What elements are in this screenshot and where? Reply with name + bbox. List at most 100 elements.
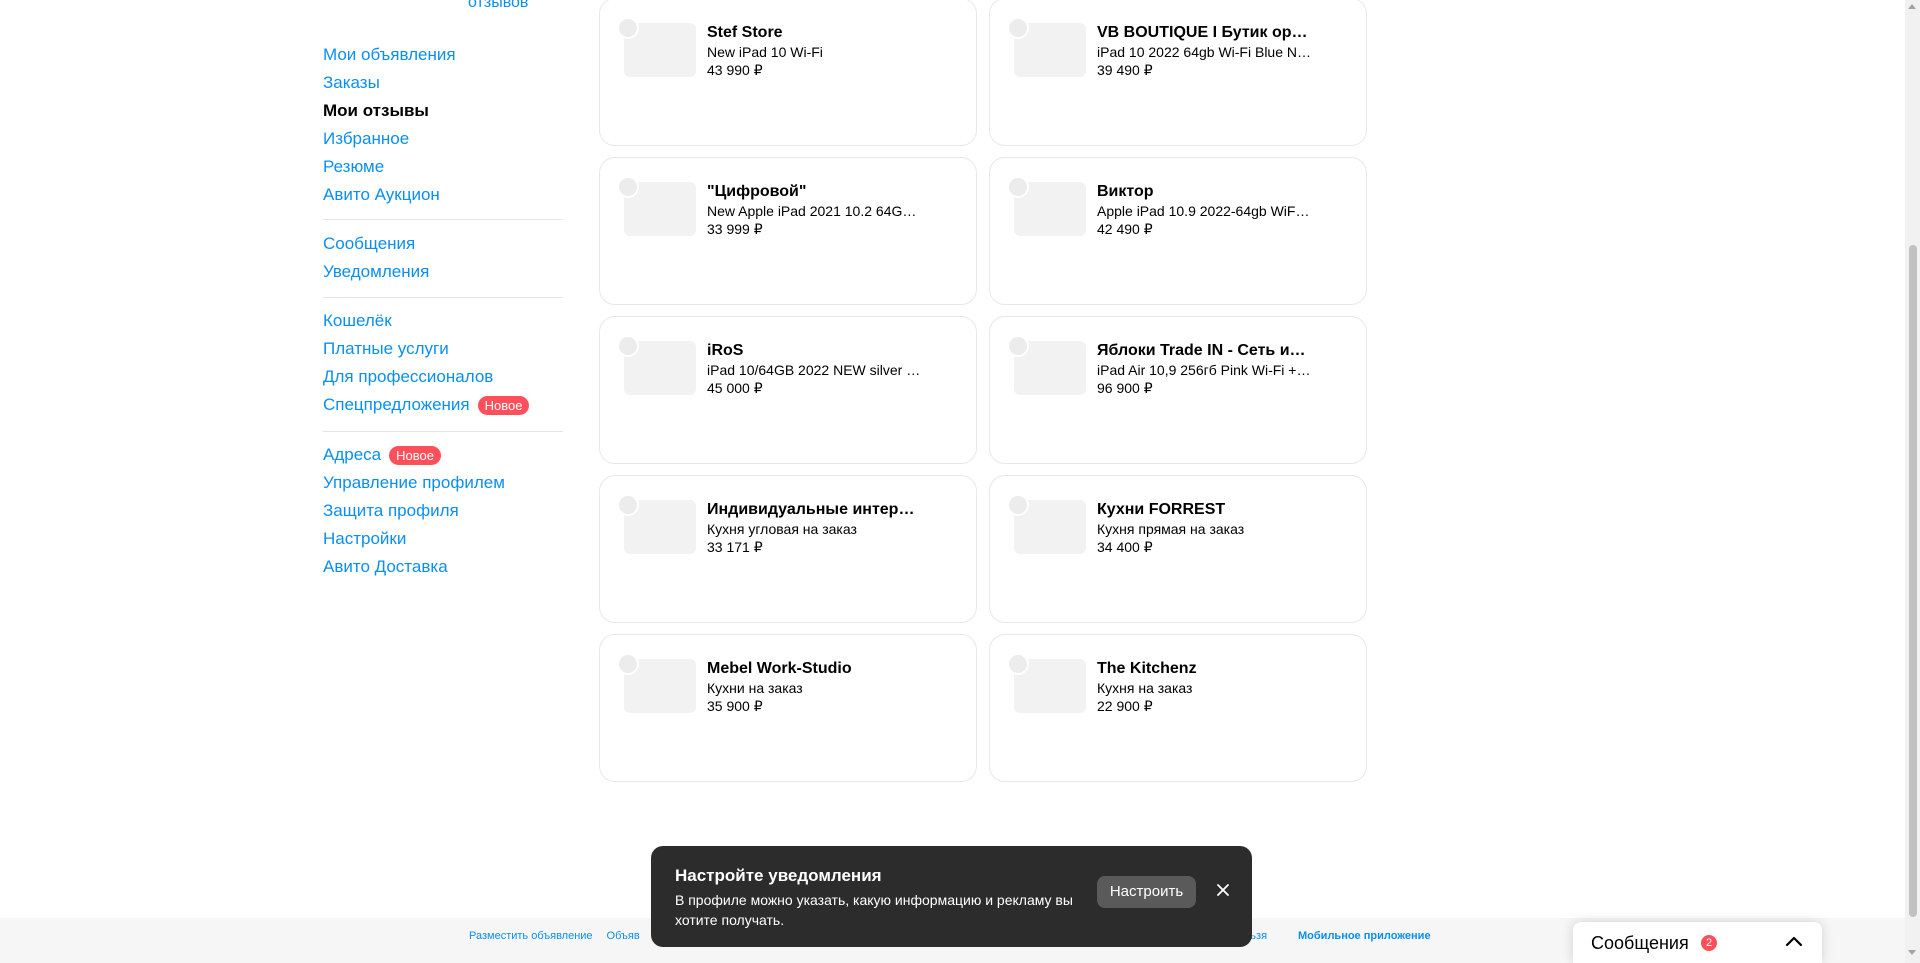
- seller-avatar: [1007, 176, 1029, 198]
- review-card[interactable]: Виктор Apple iPad 10.9 2022-64gb WiFi Bl…: [989, 157, 1367, 305]
- nav-group-profile: Адреса Новое Управление профилем Защита …: [323, 441, 563, 581]
- product-title: New Apple iPad 2021 10.2 64Gb Wi-Fi: [707, 203, 922, 219]
- review-card[interactable]: Яблоки Trade IN - Сеть из 6 магазинов iP…: [989, 316, 1367, 464]
- seller-avatar: [617, 335, 639, 357]
- seller-name: Виктор: [1097, 183, 1154, 200]
- review-card[interactable]: Кухни FORREST Кухня прямая на заказ 34 4…: [989, 475, 1367, 623]
- product-price: 34 400 ₽: [1097, 539, 1153, 555]
- review-card[interactable]: Mebel Work-Studio Кухни на заказ 35 900 …: [599, 634, 977, 782]
- seller-name: VB BOUTIQUE I Бутик оригинальной техники: [1097, 24, 1312, 41]
- messenger-widget[interactable]: Сообщения 2: [1573, 922, 1822, 963]
- product-title: Кухни на заказ: [707, 680, 803, 696]
- sidebar-item-orders[interactable]: Заказы: [323, 69, 563, 97]
- footer-link-post-ad[interactable]: Разместить объявление: [469, 930, 593, 942]
- sidebar-item-favorites[interactable]: Избранное: [323, 125, 563, 153]
- new-badge: Новое: [477, 395, 530, 415]
- seller-name: iRoS: [707, 342, 744, 359]
- seller-name: Индивидуальные интерьеры: [707, 501, 922, 518]
- new-badge: Новое: [389, 445, 441, 465]
- product-title: Кухня на заказ: [1097, 680, 1193, 696]
- sidebar-item-resume[interactable]: Резюме: [323, 153, 563, 181]
- seller-name: Mebel Work-Studio: [707, 660, 852, 677]
- card-info: VB BOUTIQUE I Бутик оригинальной техники…: [1097, 23, 1312, 79]
- product-price: 43 990 ₽: [707, 62, 763, 78]
- nav-divider: [323, 219, 563, 220]
- seller-avatar: [1007, 17, 1029, 39]
- product-title: iPad 10/64GB 2022 NEW silver Wi-Fi: [707, 362, 922, 378]
- scroll-thumb[interactable]: [1909, 245, 1917, 917]
- sidebar-item-auction[interactable]: Авито Аукцион: [323, 181, 563, 209]
- sidebar-item-addresses[interactable]: Адреса Новое: [323, 441, 563, 469]
- sidebar-item-settings[interactable]: Настройки: [323, 525, 563, 553]
- card-info: Виктор Apple iPad 10.9 2022-64gb WiFi Bl…: [1097, 182, 1312, 238]
- toast-body: В профиле можно указать, какую информаци…: [675, 892, 1073, 928]
- sidebar-item-wallet[interactable]: Кошелёк: [323, 307, 563, 335]
- reviews-count-link[interactable]: отзывов: [468, 0, 528, 12]
- nav-divider: [323, 297, 563, 298]
- sidebar-item-paid-services[interactable]: Платные услуги: [323, 335, 563, 363]
- review-card[interactable]: Stef Store New iPad 10 Wi-Fi 43 990 ₽: [599, 0, 977, 146]
- chevron-up-icon[interactable]: [1785, 934, 1803, 948]
- product-price: 42 490 ₽: [1097, 221, 1153, 237]
- review-card[interactable]: Индивидуальные интерьеры Кухня угловая н…: [599, 475, 977, 623]
- page-scrollbar[interactable]: [1905, 0, 1920, 963]
- card-info: The Kitchenz Кухня на заказ 22 900 ₽: [1097, 659, 1312, 715]
- seller-avatar: [1007, 335, 1029, 357]
- nav-group-messages: Сообщения Уведомления: [323, 230, 563, 286]
- product-title: Кухня прямая на заказ: [1097, 521, 1245, 537]
- seller-avatar: [617, 494, 639, 516]
- sidebar-item-messages[interactable]: Сообщения: [323, 230, 563, 258]
- card-info: Яблоки Trade IN - Сеть из 6 магазинов iP…: [1097, 341, 1312, 397]
- review-card[interactable]: "Цифровой" New Apple iPad 2021 10.2 64Gb…: [599, 157, 977, 305]
- sidebar-item-profile-management[interactable]: Управление профилем: [323, 469, 563, 497]
- seller-name: "Цифровой": [707, 183, 807, 200]
- product-title: Кухня угловая на заказ: [707, 521, 857, 537]
- seller-avatar: [617, 176, 639, 198]
- scroll-up-icon[interactable]: [1908, 4, 1916, 9]
- sidebar-item-delivery[interactable]: Авито Доставка: [323, 553, 563, 581]
- footer-link-ads[interactable]: Объяв: [607, 930, 640, 942]
- footer-links: Разместить объявление Объяв: [469, 930, 640, 942]
- card-info: Кухни FORREST Кухня прямая на заказ 34 4…: [1097, 500, 1312, 556]
- configure-button[interactable]: Настроить: [1097, 876, 1196, 908]
- product-title: iPad 10 2022 64gb Wi-Fi Blue NEW: [1097, 44, 1312, 60]
- product-price: 22 900 ₽: [1097, 698, 1153, 714]
- sidebar-item-profile-protection[interactable]: Защита профиля: [323, 497, 563, 525]
- product-title: Apple iPad 10.9 2022-64gb WiFi Blue: [1097, 203, 1312, 219]
- product-price: 39 490 ₽: [1097, 62, 1153, 78]
- seller-avatar: [1007, 494, 1029, 516]
- card-info: Индивидуальные интерьеры Кухня угловая н…: [707, 500, 922, 556]
- seller-avatar: [617, 653, 639, 675]
- product-price: 96 900 ₽: [1097, 380, 1153, 396]
- footer-link-mobile-app[interactable]: Мобильное приложение: [1298, 930, 1431, 942]
- sidebar-item-my-ads[interactable]: Мои объявления: [323, 41, 563, 69]
- notification-toast: Настройте уведомления В профиле можно ук…: [651, 846, 1252, 947]
- product-title: New iPad 10 Wi-Fi: [707, 44, 823, 60]
- sidebar-item-label: Адреса: [323, 445, 382, 464]
- sidebar-item-notifications[interactable]: Уведомления: [323, 258, 563, 286]
- seller-name: Stef Store: [707, 24, 783, 41]
- seller-name: Яблоки Trade IN - Сеть из 6 магазинов: [1097, 342, 1312, 359]
- product-price: 45 000 ₽: [707, 380, 763, 396]
- review-card[interactable]: VB BOUTIQUE I Бутик оригинальной техники…: [989, 0, 1367, 146]
- review-card[interactable]: iRoS iPad 10/64GB 2022 NEW silver Wi-Fi …: [599, 316, 977, 464]
- sidebar-item-special-offers[interactable]: Спецпредложения Новое: [323, 391, 563, 419]
- nav-divider: [323, 431, 563, 432]
- close-icon[interactable]: [1213, 880, 1233, 900]
- card-info: "Цифровой" New Apple iPad 2021 10.2 64Gb…: [707, 182, 922, 238]
- seller-name: Кухни FORREST: [1097, 501, 1226, 518]
- seller-avatar: [617, 17, 639, 39]
- sidebar-item-label: Спецпредложения: [323, 395, 470, 414]
- product-price: 35 900 ₽: [707, 698, 763, 714]
- card-info: Mebel Work-Studio Кухни на заказ 35 900 …: [707, 659, 922, 715]
- review-card[interactable]: The Kitchenz Кухня на заказ 22 900 ₽: [989, 634, 1367, 782]
- top-fragment-mark: ·: [337, 0, 342, 6]
- sidebar-item-my-reviews[interactable]: Мои отзывы: [323, 97, 563, 125]
- nav-group-ads: Мои объявления Заказы Мои отзывы Избранн…: [323, 41, 563, 209]
- sidebar-item-for-pros[interactable]: Для профессионалов: [323, 363, 563, 391]
- product-price: 33 999 ₽: [707, 221, 763, 237]
- card-info: Stef Store New iPad 10 Wi-Fi 43 990 ₽: [707, 23, 922, 79]
- scroll-down-icon[interactable]: [1908, 950, 1916, 955]
- messenger-label: Сообщения: [1591, 933, 1689, 953]
- product-title: iPad Air 10,9 256гб Pink Wi-Fi + Cellula…: [1097, 362, 1312, 378]
